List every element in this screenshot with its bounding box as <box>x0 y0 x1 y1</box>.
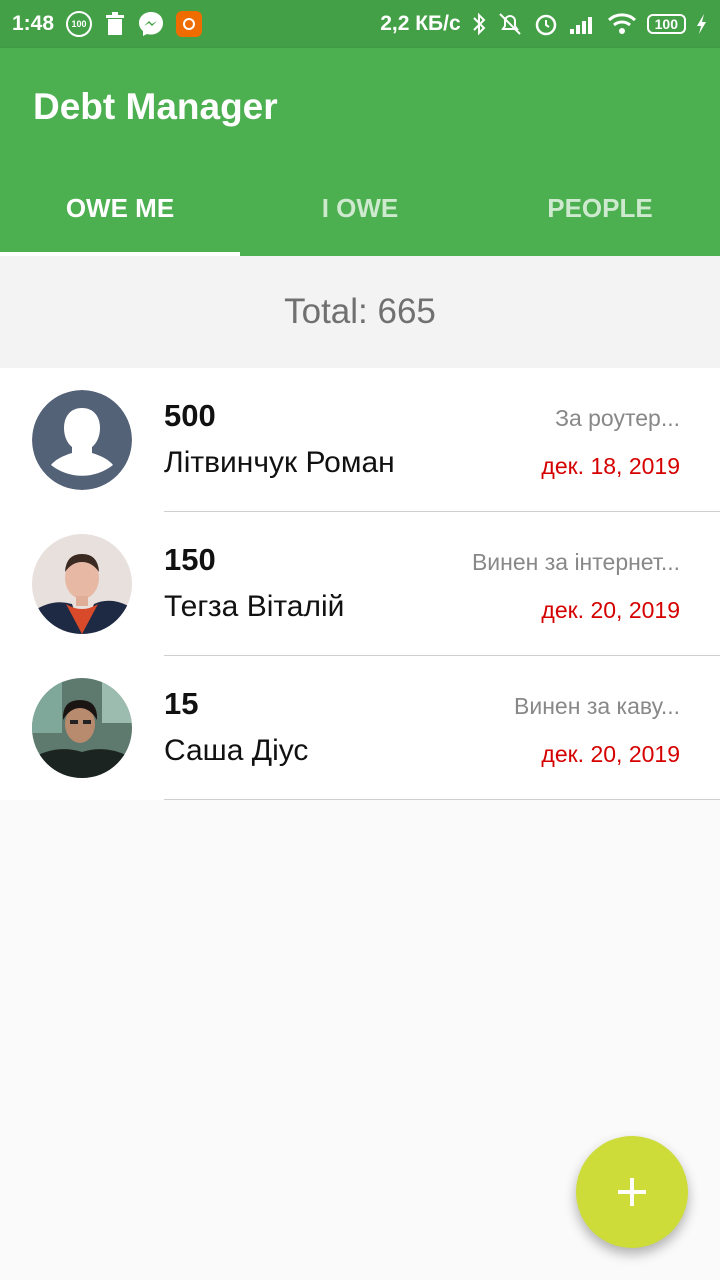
wifi-icon <box>607 12 637 36</box>
list-item[interactable]: 500 Літвинчук Роман За роутер... дек. 18… <box>0 368 720 512</box>
debt-date: дек. 20, 2019 <box>541 741 680 767</box>
debt-amount: 15 <box>164 686 199 721</box>
avatar-photo <box>32 534 132 634</box>
debt-amount: 150 <box>164 542 216 577</box>
avatar-photo <box>32 678 132 778</box>
total-summary: Total: 665 <box>0 256 720 368</box>
tab-owe-me[interactable]: OWE ME <box>0 160 240 256</box>
debt-date: дек. 18, 2019 <box>541 453 680 479</box>
tab-bar: OWE ME I OWE PEOPLE <box>0 160 720 256</box>
alarm-off-icon <box>497 11 523 37</box>
debt-note: За роутер... <box>555 405 680 431</box>
status-bar: 1:48 100 2,2 КБ/с 100 <box>0 0 720 48</box>
plus-icon <box>618 1178 646 1206</box>
debt-note: Винен за інтернет... <box>471 549 680 575</box>
app-title: Debt Manager <box>33 86 278 127</box>
person-name: Літвинчук Роман <box>164 446 395 479</box>
trash-icon <box>104 12 126 36</box>
debt-amount: 500 <box>164 398 216 433</box>
status-time: 1:48 <box>12 12 55 35</box>
debt-date: дек. 20, 2019 <box>541 597 680 623</box>
bluetooth-icon <box>471 12 487 36</box>
battery-icon: 100 <box>646 14 686 34</box>
tab-people[interactable]: PEOPLE <box>480 160 720 256</box>
add-debt-button[interactable] <box>576 1136 688 1248</box>
signal-icon <box>569 13 597 35</box>
app-bar: Debt Manager OWE ME I OWE PEOPLE <box>0 48 720 256</box>
notification-count-icon: 100 <box>66 11 93 37</box>
debt-list: 500 Літвинчук Роман За роутер... дек. 18… <box>0 368 720 800</box>
tab-i-owe[interactable]: I OWE <box>240 160 480 256</box>
messenger-icon <box>138 11 164 37</box>
debt-note: Винен за каву... <box>514 693 680 719</box>
person-name: Тегза Віталій <box>164 590 345 623</box>
list-item[interactable]: 15 Саша Діус Винен за каву... дек. 20, 2… <box>0 656 720 800</box>
default-person-icon <box>32 390 132 490</box>
alarm-clock-icon <box>533 11 559 37</box>
list-item[interactable]: 150 Тегза Віталій Винен за інтернет... д… <box>0 512 720 656</box>
network-speed: 2,2 КБ/с <box>380 12 461 35</box>
charging-icon <box>696 13 708 35</box>
divider <box>164 799 720 800</box>
mi-app-icon <box>176 11 203 37</box>
person-name: Саша Діус <box>164 734 309 767</box>
